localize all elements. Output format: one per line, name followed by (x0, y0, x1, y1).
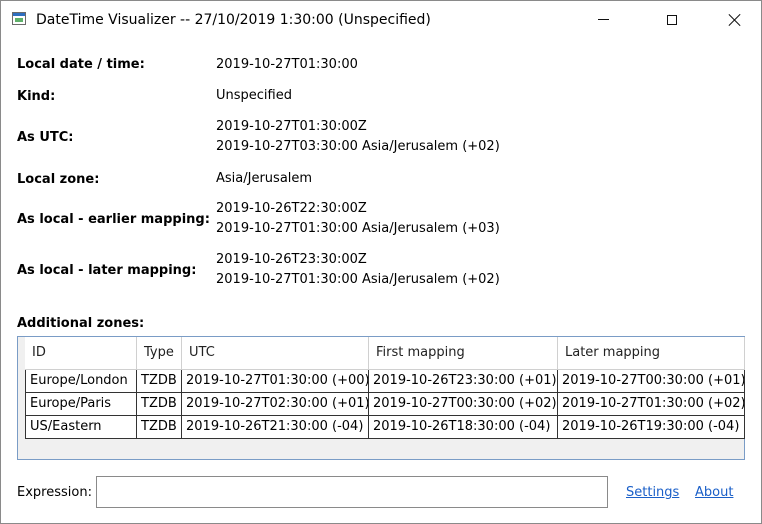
earlier-mapping-label: As local - earlier mapping: (17, 212, 210, 227)
as-utc-label: As UTC: (17, 130, 74, 145)
earlier-mapping-value: 2019-10-26T22:30:00Z 2019-10-27T01:30:00… (216, 199, 500, 239)
cell-id[interactable]: Europe/London (25, 370, 137, 393)
grid-content: ID Type UTC First mapping Later mapping … (25, 337, 745, 439)
about-link[interactable]: About (695, 485, 733, 500)
cell-id[interactable]: Europe/Paris (25, 393, 137, 416)
later-mapping-line-2: 2019-10-27T01:30:00 Asia/Jerusalem (+02) (216, 272, 500, 287)
local-datetime-value: 2019-10-27T01:30:00 (216, 55, 358, 75)
app-icon (12, 12, 26, 25)
local-zone-value: Asia/Jerusalem (216, 169, 312, 189)
earlier-mapping-line-2: 2019-10-27T01:30:00 Asia/Jerusalem (+03) (216, 221, 500, 236)
column-header-id[interactable]: ID (25, 337, 137, 369)
datetime-visualizer-window: DateTime Visualizer -- 27/10/2019 1:30:0… (0, 0, 762, 524)
cell-utc[interactable]: 2019-10-27T01:30:00 (+00) (182, 370, 369, 393)
cell-id[interactable]: US/Eastern (25, 416, 137, 439)
local-datetime-text: 2019-10-27T01:30:00 (216, 57, 358, 72)
settings-link[interactable]: Settings (626, 485, 679, 500)
maximize-button[interactable] (649, 1, 695, 38)
column-header-utc[interactable]: UTC (182, 337, 369, 369)
cell-first-mapping[interactable]: 2019-10-26T18:30:00 (-04) (369, 416, 558, 439)
local-zone-label: Local zone: (17, 172, 100, 187)
as-utc-line-1: 2019-10-27T01:30:00Z (216, 119, 367, 134)
maximize-icon (667, 14, 677, 25)
cell-first-mapping[interactable]: 2019-10-27T00:30:00 (+02) (369, 393, 558, 416)
grid-header-row: ID Type UTC First mapping Later mapping (25, 337, 745, 370)
minimize-icon (597, 19, 609, 20)
column-header-later-mapping[interactable]: Later mapping (558, 337, 745, 369)
later-mapping-line-1: 2019-10-26T23:30:00Z (216, 252, 367, 267)
cell-type[interactable]: TZDB (137, 370, 182, 393)
local-zone-text: Asia/Jerusalem (216, 171, 313, 186)
kind-label: Kind: (17, 89, 56, 104)
expression-input[interactable] (96, 476, 608, 508)
later-mapping-label: As local - later mapping: (17, 263, 197, 278)
local-datetime-label: Local date / time: (17, 57, 145, 72)
table-row[interactable]: Europe/Paris TZDB 2019-10-27T02:30:00 (+… (25, 393, 745, 416)
minimize-button[interactable] (580, 1, 626, 38)
additional-zones-label: Additional zones: (17, 316, 145, 331)
window-title: DateTime Visualizer -- 27/10/2019 1:30:0… (36, 12, 431, 28)
table-row[interactable]: Europe/London TZDB 2019-10-27T01:30:00 (… (25, 370, 745, 393)
cell-later-mapping[interactable]: 2019-10-27T01:30:00 (+02) (558, 393, 745, 416)
as-utc-value: 2019-10-27T01:30:00Z 2019-10-27T03:30:00… (216, 117, 500, 157)
additional-zones-grid[interactable]: ID Type UTC First mapping Later mapping … (17, 336, 745, 460)
close-icon (729, 14, 741, 26)
cell-type[interactable]: TZDB (137, 416, 182, 439)
cell-first-mapping[interactable]: 2019-10-26T23:30:00 (+01) (369, 370, 558, 393)
later-mapping-value: 2019-10-26T23:30:00Z 2019-10-27T01:30:00… (216, 250, 500, 290)
earlier-mapping-line-1: 2019-10-26T22:30:00Z (216, 201, 367, 216)
cell-utc[interactable]: 2019-10-26T21:30:00 (-04) (182, 416, 369, 439)
column-header-type[interactable]: Type (137, 337, 182, 369)
table-row[interactable]: US/Eastern TZDB 2019-10-26T21:30:00 (-04… (25, 416, 745, 439)
close-button[interactable] (712, 1, 758, 38)
kind-text: Unspecified (216, 88, 292, 103)
cell-later-mapping[interactable]: 2019-10-27T00:30:00 (+01) (558, 370, 745, 393)
title-bar[interactable]: DateTime Visualizer -- 27/10/2019 1:30:0… (1, 1, 761, 38)
cell-type[interactable]: TZDB (137, 393, 182, 416)
cell-utc[interactable]: 2019-10-27T02:30:00 (+01) (182, 393, 369, 416)
expression-label: Expression: (17, 485, 92, 500)
cell-later-mapping[interactable]: 2019-10-26T19:30:00 (-04) (558, 416, 745, 439)
as-utc-line-2: 2019-10-27T03:30:00 Asia/Jerusalem (+02) (216, 139, 500, 154)
kind-value: Unspecified (216, 86, 292, 106)
column-header-first-mapping[interactable]: First mapping (369, 337, 558, 369)
